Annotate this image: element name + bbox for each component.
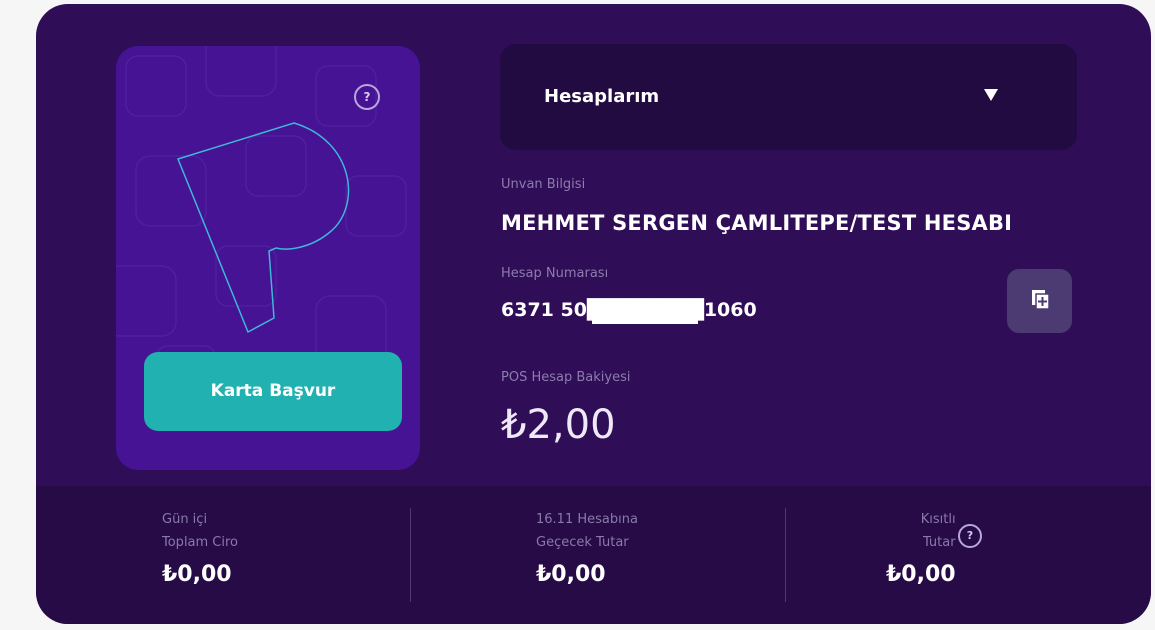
caret-down-icon [984,89,998,101]
accounts-dropdown-label: Hesaplarım [544,86,660,107]
stats-divider [785,508,786,602]
daily-turnover-value: ₺0,00 [162,562,232,587]
copy-account-number-button[interactable] [1007,269,1072,333]
restricted-amount-label-line2: Tutar [922,535,956,550]
restricted-amount-value: ₺0,00 [886,562,956,587]
daily-turnover-label-line1: Gün içi [162,512,208,527]
pos-balance-label: POS Hesap Bakiyesi [501,370,631,385]
papara-card-preview: ? Karta Başvur [116,46,420,470]
account-number-label: Hesap Numarası [501,266,609,281]
restricted-amount-label-line1: Kısıtlı [920,512,956,527]
account-title-label: Unvan Bilgisi [501,177,586,192]
account-summary-panel: ? Karta Başvur Hesaplarım Unvan Bilgisi … [36,4,1151,624]
daily-turnover-stat: Gün içi Toplam Ciro ₺0,00 [162,508,238,587]
account-title-value: MEHMET SERGEN ÇAMLITEPE/TEST HESABI [501,211,1013,235]
copy-icon [1032,290,1050,310]
transfer-amount-label-line2: Geçecek Tutar [536,535,629,550]
transfer-amount-label-line1: 16.11 Hesabına [536,512,638,527]
restricted-amount-stat: Kısıtlı Tutar ₺0,00 [886,508,956,587]
restricted-amount-help-icon[interactable]: ? [958,524,982,548]
pos-balance-value: ₺2,00 [501,402,616,448]
card-help-icon[interactable]: ? [354,84,380,110]
transfer-amount-stat: 16.11 Hesabına Geçecek Tutar ₺0,00 [536,508,638,587]
daily-turnover-label-line2: Toplam Ciro [162,535,239,550]
transfer-amount-value: ₺0,00 [536,562,606,587]
accounts-dropdown[interactable]: Hesaplarım [500,44,1077,150]
apply-card-button[interactable]: Karta Başvur [144,352,402,431]
account-number-redaction [592,302,698,324]
stats-divider [410,508,411,602]
